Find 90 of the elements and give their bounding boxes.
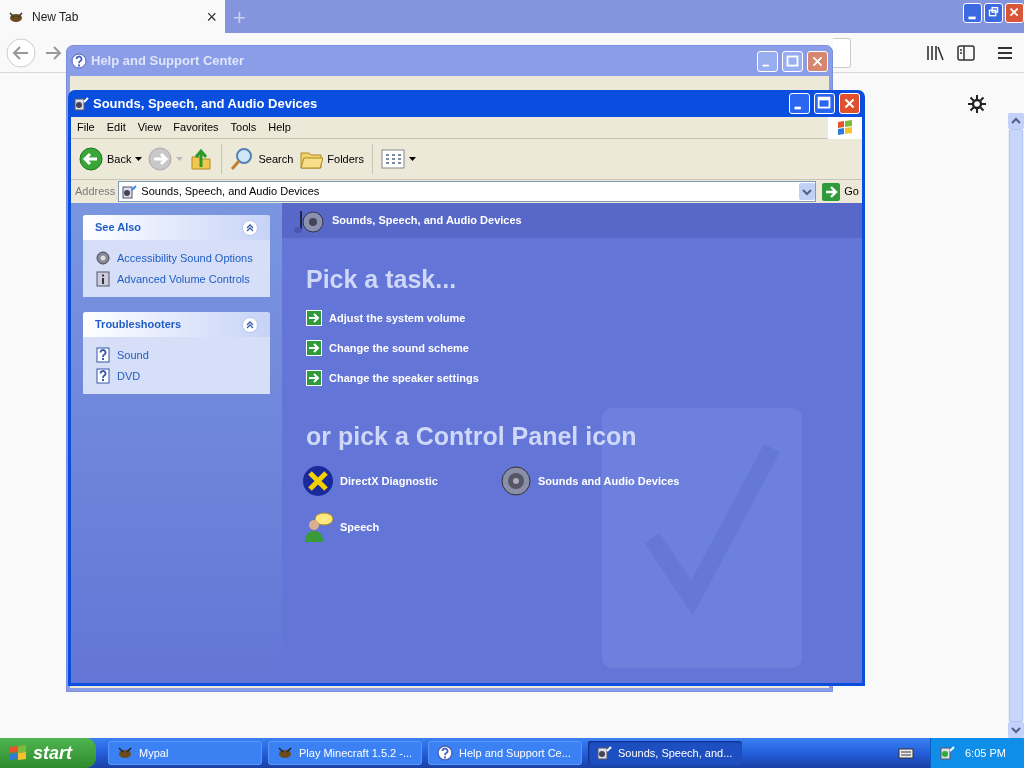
help-icon: [95, 347, 111, 364]
window-title: Help and Support Center: [91, 52, 246, 71]
settings-icon[interactable]: [968, 95, 986, 113]
back-icon[interactable]: [6, 38, 36, 68]
close-button[interactable]: [807, 50, 828, 72]
panel-link[interactable]: DVD: [117, 367, 141, 384]
panel-link[interactable]: Advanced Volume Controls: [117, 270, 250, 287]
scroll-up-icon[interactable]: [1008, 113, 1024, 129]
caret-icon: [409, 157, 416, 161]
maximize-button[interactable]: [782, 50, 803, 72]
control-panel-link[interactable]: DirectX Diagnostic: [340, 472, 438, 490]
caret-icon: [135, 157, 143, 161]
collapse-icon[interactable]: [242, 219, 258, 236]
bug-icon: [277, 745, 293, 761]
panel-title: Troubleshooters: [95, 317, 183, 333]
directx-icon: [302, 465, 334, 497]
windows-logo-icon: [828, 116, 862, 139]
address-text: Sounds, Speech, and Audio Devices: [141, 184, 321, 200]
start-button[interactable]: start: [0, 738, 96, 768]
speaker-icon: [121, 183, 138, 200]
speaker-icon: [596, 745, 612, 761]
menu-item[interactable]: Edit: [100, 119, 132, 136]
arrow-icon: [306, 340, 322, 356]
maximize-button[interactable]: [814, 93, 835, 114]
help-icon: [95, 367, 111, 384]
panel-title: See Also: [95, 220, 143, 236]
address-label: Address: [75, 184, 116, 200]
info-icon: [95, 270, 111, 287]
browser-tab[interactable]: New Tab ×: [0, 0, 225, 33]
tab-title: New Tab: [32, 8, 80, 26]
speaker-icon: [73, 95, 89, 112]
close-button[interactable]: [1005, 3, 1024, 23]
bug-icon: [117, 745, 133, 761]
control-panel-link[interactable]: Sounds and Audio Devices: [538, 472, 680, 490]
go-button[interactable]: Go: [819, 182, 862, 201]
search-button[interactable]: Search: [228, 143, 296, 175]
close-button[interactable]: [839, 93, 860, 114]
taskbar-button[interactable]: Mypal: [108, 741, 262, 765]
help-icon: [71, 53, 87, 69]
keyboard-icon[interactable]: [898, 747, 914, 759]
arrow-icon: [306, 370, 322, 386]
speaker-icon[interactable]: [939, 745, 955, 761]
up-icon: [189, 147, 214, 171]
address-field[interactable]: Sounds, Speech, and Audio Devices: [118, 181, 817, 202]
bug-icon: [8, 9, 24, 24]
windows-logo-icon: [8, 744, 28, 762]
arrow-icon: [822, 182, 841, 201]
menu-item[interactable]: Favorites: [167, 119, 225, 136]
section-header: Sounds, Speech, and Audio Devices: [332, 213, 522, 229]
speaker-icon: [500, 465, 532, 497]
forward-icon[interactable]: [44, 44, 62, 62]
taskbar-button[interactable]: Sounds, Speech, and...: [588, 741, 742, 765]
help-icon: [437, 745, 453, 761]
collapse-icon[interactable]: [242, 316, 258, 333]
folders-button[interactable]: Folders: [297, 143, 366, 175]
speaker-icon: [95, 250, 111, 267]
views-icon: [381, 147, 405, 171]
forward-icon: [148, 147, 173, 171]
menu-item[interactable]: View: [131, 119, 168, 136]
close-icon[interactable]: ×: [206, 7, 217, 26]
control-panel-link[interactable]: Speech: [340, 518, 380, 536]
restore-button[interactable]: [984, 3, 1003, 23]
taskbar-button[interactable]: Help and Support Ce...: [428, 741, 582, 765]
taskbar-button[interactable]: Play Minecraft 1.5.2 -...: [268, 741, 422, 765]
window-title: Sounds, Speech, and Audio Devices: [93, 94, 319, 113]
scroll-down-icon[interactable]: [1008, 722, 1024, 738]
back-icon: [79, 147, 103, 171]
menu-icon[interactable]: [997, 46, 1013, 60]
search-icon: [230, 147, 255, 171]
library-icon[interactable]: [926, 45, 944, 61]
menu-item[interactable]: Help: [262, 119, 297, 136]
minimize-button[interactable]: [963, 3, 982, 23]
task-link[interactable]: Change the sound scheme: [329, 338, 469, 358]
panel-link[interactable]: Sound: [117, 347, 149, 364]
icons-heading: or pick a Control Panel icon: [306, 421, 638, 451]
sidebar-icon[interactable]: [957, 45, 975, 61]
task-link[interactable]: Adjust the system volume: [329, 308, 466, 328]
menu-item[interactable]: File: [71, 119, 101, 136]
person-speech-icon: [302, 511, 334, 543]
back-button[interactable]: Back: [77, 143, 145, 175]
dropdown-icon[interactable]: [799, 183, 816, 200]
minimize-button[interactable]: [757, 50, 778, 72]
panel-link[interactable]: Accessibility Sound Options: [117, 250, 253, 267]
clock: 6:05 PM: [965, 745, 1006, 761]
arrow-icon: [306, 310, 322, 326]
menu-item[interactable]: Tools: [224, 119, 263, 136]
minimize-button[interactable]: [789, 93, 810, 114]
task-link[interactable]: Change the speaker settings: [329, 368, 479, 388]
task-heading: Pick a task...: [306, 264, 458, 294]
caret-icon: [176, 157, 184, 161]
